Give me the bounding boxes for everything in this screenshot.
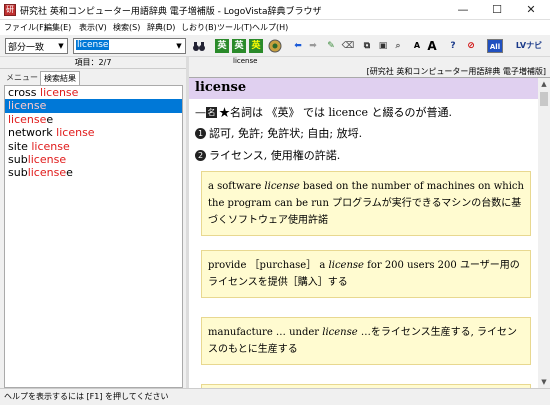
item-text: network <box>8 126 57 140</box>
menu-tools[interactable]: ツール(T) <box>217 22 252 33</box>
list-item[interactable]: cross license <box>5 86 182 99</box>
menu-help[interactable]: ヘルプ(H) <box>252 22 288 33</box>
pencil-icon[interactable]: ✎ <box>324 39 338 53</box>
item-text: site <box>8 139 32 153</box>
sense-text: 認可, 免許; 免許状; 自由; 放埒. <box>209 127 363 140</box>
copy-icon[interactable]: ⧉ <box>360 39 374 53</box>
item-text: sub <box>8 166 28 180</box>
app-icon: 研 <box>4 4 16 16</box>
forward-arrow-icon[interactable]: ➡ <box>306 39 320 53</box>
scroll-thumb[interactable] <box>540 92 548 106</box>
search-value: license <box>76 40 110 50</box>
vertical-scrollbar[interactable]: ▲ ▼ <box>538 78 550 388</box>
list-item[interactable]: network license <box>5 126 182 139</box>
dictionary-icon[interactable]: 英 <box>215 39 229 53</box>
globe-icon[interactable] <box>268 39 282 53</box>
entry-tab[interactable]: license <box>233 57 257 65</box>
dictionary-icon[interactable]: 英 <box>249 39 263 53</box>
match-text: license <box>8 112 47 126</box>
binoculars-icon[interactable] <box>192 39 206 53</box>
match-mode-select[interactable]: 部分一致 ▼ <box>5 38 68 54</box>
match-text: license <box>31 139 70 153</box>
sense-2: 2 ライセンス, 使用権の許諾. <box>195 147 340 163</box>
paste-icon[interactable]: ▣ <box>376 39 390 53</box>
menu-view[interactable]: 表示(V) <box>79 22 107 33</box>
pos-note: ★名詞は 《英》 では licence と綴るのが普通. <box>219 106 452 119</box>
left-tab-strip: メニュー 検索結果 <box>0 69 186 85</box>
dictionary-icon[interactable]: 英 <box>232 39 246 53</box>
entry-content: license — 名 ★名詞は 《英》 では licence と綴るのが普通. 1… <box>189 78 538 388</box>
sense-text: ライセンス, 使用権の許諾. <box>209 149 341 162</box>
status-bar: ヘルプを表示するには [F1] を押してください <box>0 388 550 405</box>
navi-icon[interactable]: LVナビ <box>512 39 546 53</box>
match-text: license <box>27 166 67 180</box>
stop-icon[interactable]: ⊘ <box>464 39 478 53</box>
example-box: manufacture … under license …をライセンス生産する,… <box>201 317 531 365</box>
match-text: license <box>56 126 95 140</box>
chevron-down-icon: ▼ <box>176 42 182 50</box>
chevron-down-icon: ▼ <box>58 42 64 50</box>
item-counter: 項目：2/7 <box>0 57 186 69</box>
result-list: cross license license licensee network lice… <box>4 85 183 388</box>
menu-file[interactable]: ファイル(F) <box>4 22 47 33</box>
menu-search[interactable]: 検索(S) <box>113 22 140 33</box>
entry-tab-strip: license <box>189 57 550 66</box>
list-item[interactable]: site license <box>5 140 182 153</box>
font-smaller-icon[interactable]: A <box>410 39 424 53</box>
menu-dictionary[interactable]: 辞典(D) <box>147 22 175 33</box>
match-text: license <box>8 99 47 113</box>
menu-bar: ファイル(F) 編集(E) 表示(V) 検索(S) 辞典(D) しおり(B) ツ… <box>0 20 550 35</box>
match-text: license <box>27 152 67 166</box>
item-text: sub <box>8 152 28 166</box>
match-mode-value: 部分一致 <box>8 43 45 53</box>
eraser-icon[interactable]: ⌫ <box>341 39 355 53</box>
dictionary-name: [研究社 英和コンピューター用語辞典 電子増補版] <box>189 66 550 78</box>
example-en: for 200 users 200 <box>363 260 460 271</box>
tab-search-results[interactable]: 検索結果 <box>40 71 80 85</box>
headword-bar: license <box>189 78 538 99</box>
example-keyword: license <box>328 260 364 271</box>
list-item[interactable]: sublicensee <box>5 166 182 179</box>
dash-mark: — <box>195 106 206 119</box>
pos-line: — 名 ★名詞は 《英》 では licence と綴るのが普通. <box>195 104 452 120</box>
font-larger-icon[interactable]: A <box>425 39 439 53</box>
menu-bookmark[interactable]: しおり(B) <box>181 22 217 33</box>
sense-number: 2 <box>195 150 206 161</box>
tab-menu[interactable]: メニュー <box>3 71 41 85</box>
example-keyword: license <box>264 181 300 192</box>
all-dictionaries-icon[interactable]: All <box>487 39 503 53</box>
example-en: provide ［purchase］ a <box>208 260 329 271</box>
zoom-icon[interactable]: ⌕ <box>391 39 405 53</box>
list-item[interactable]: licensee <box>5 113 182 126</box>
close-button[interactable]: ✕ <box>514 0 548 20</box>
minimize-button[interactable]: — <box>446 0 480 20</box>
list-item[interactable]: sublicense <box>5 153 182 166</box>
back-arrow-icon[interactable]: ⬅ <box>291 39 305 53</box>
item-text: e <box>46 112 54 126</box>
example-en: … <box>357 327 371 338</box>
scroll-up-icon[interactable]: ▲ <box>538 78 550 90</box>
scroll-down-icon[interactable]: ▼ <box>538 376 550 388</box>
menu-edit[interactable]: 編集(E) <box>44 22 71 33</box>
example-keyword: license <box>322 327 358 338</box>
example-box: a software license based on the number o… <box>201 171 531 236</box>
item-text: cross <box>8 86 41 99</box>
match-text: license <box>40 86 79 99</box>
toolbar: 部分一致 ▼ license ▼ 英 英 英 ⬅ ➡ ✎ ⌫ ⧉ ▣ ⌕ A A… <box>0 35 550 57</box>
headword: license <box>195 80 247 95</box>
search-input[interactable]: license ▼ <box>73 38 186 54</box>
example-en: manufacture … under <box>208 327 323 338</box>
list-item[interactable]: license <box>5 99 182 113</box>
item-text: e <box>66 166 73 180</box>
sense-1: 1 認可, 免許; 免許状; 自由; 放埒. <box>195 125 362 141</box>
sense-number: 1 <box>195 128 206 139</box>
example-en: a software <box>208 181 265 192</box>
maximize-button[interactable]: ☐ <box>480 0 514 20</box>
window-title: 研究社 英和コンピューター用語辞典 電子増補版 - LogoVista辞典ブラウ… <box>20 7 322 17</box>
pos-badge: 名 <box>206 107 217 118</box>
help-icon[interactable]: ? <box>446 39 460 53</box>
example-box: provide ［purchase］ a license for 200 use… <box>201 250 531 298</box>
title-bar: 研 研究社 英和コンピューター用語辞典 電子増補版 - LogoVista辞典ブ… <box>0 0 550 20</box>
